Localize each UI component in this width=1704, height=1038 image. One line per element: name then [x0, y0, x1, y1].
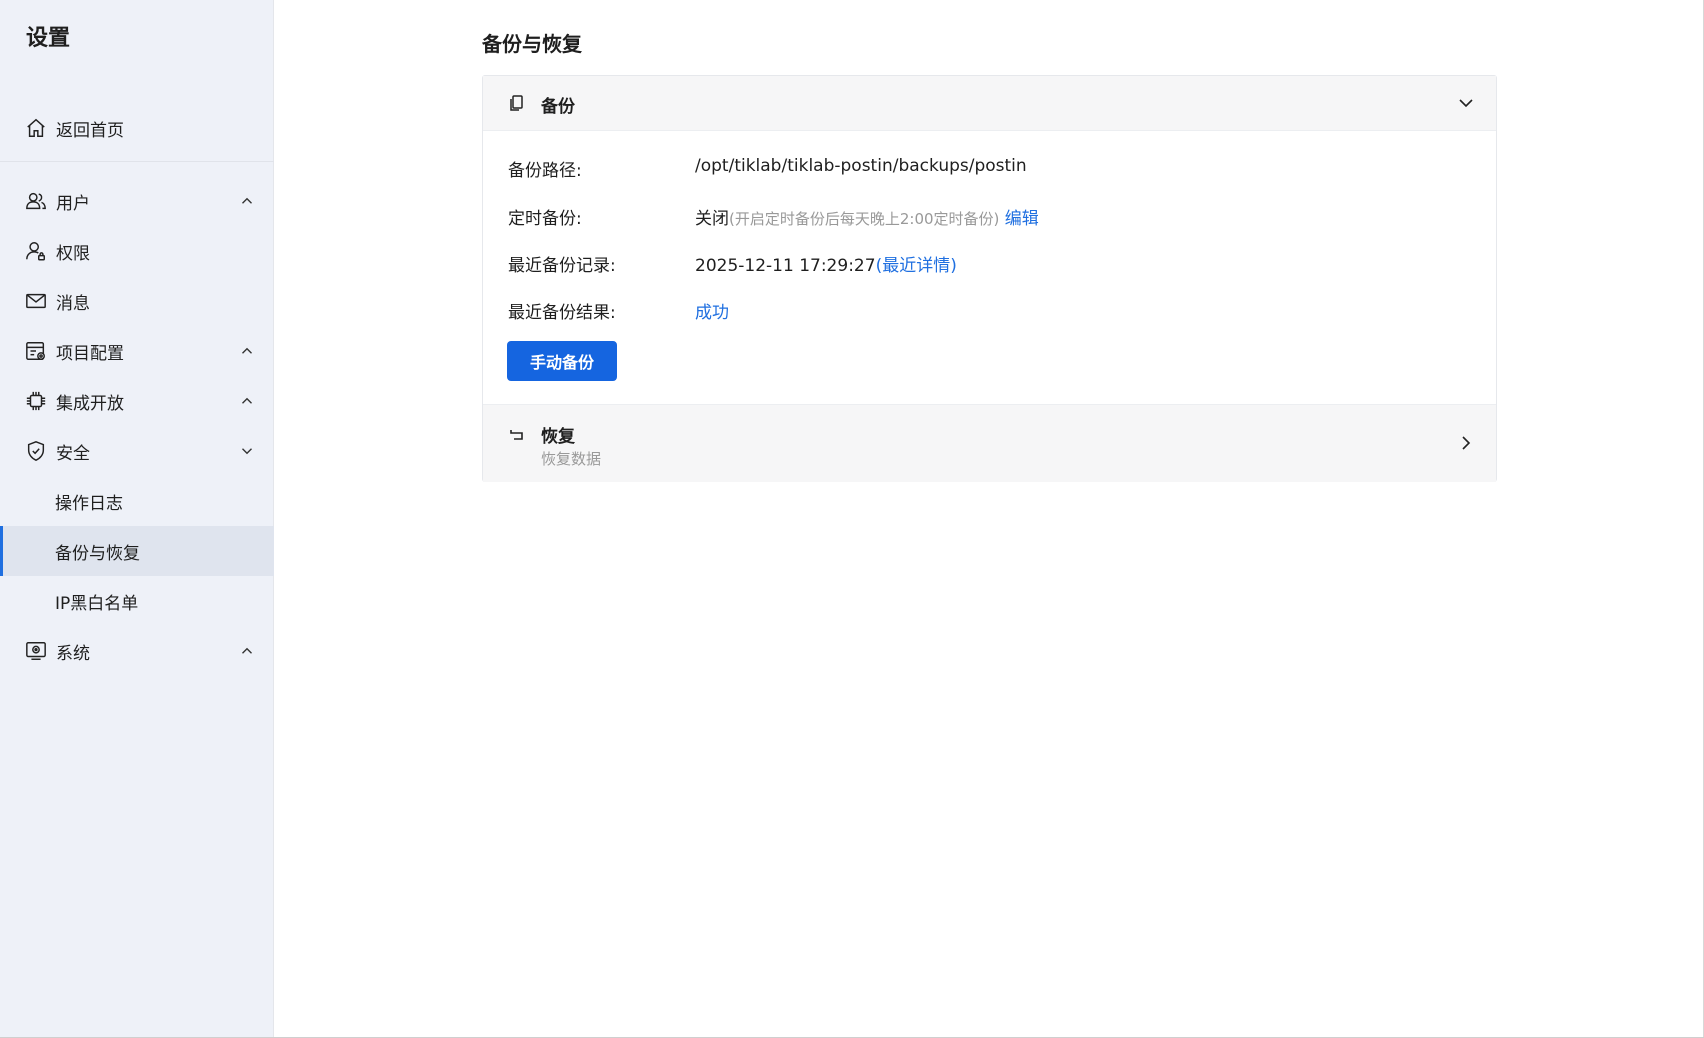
user-lock-icon [24, 239, 48, 263]
sidebar-item-project-config[interactable]: 项目配置 [0, 326, 274, 376]
backup-path-value: /opt/tiklab/tiklab-postin/backups/postin [695, 156, 1027, 176]
main-content: 备份与恢复 备份 备份路径: /opt/tiklab/tiklab-postin… [274, 0, 1704, 1038]
sidebar-item-system[interactable]: 系统 [0, 626, 274, 676]
sidebar-item-home[interactable]: 返回首页 [0, 103, 274, 153]
chip-icon [24, 389, 48, 413]
sidebar-item-label: 返回首页 [56, 120, 124, 141]
sidebar: 设置 返回首页 用户 权限 消息 项目配置 集成开放 安全 操作日志 备份与恢复… [0, 0, 274, 1038]
chevron-up-icon [242, 347, 252, 354]
sidebar-title: 设置 [26, 26, 71, 51]
schedule-edit-link[interactable]: 编辑 [1005, 209, 1039, 229]
sidebar-item-messages[interactable]: 消息 [0, 276, 274, 326]
sidebar-divider [0, 161, 274, 162]
backup-schedule-values: 关闭(开启定时备份后每天晚上2:00定时备份) 编辑 [695, 204, 1039, 229]
restore-section-header[interactable]: 恢复 恢复数据 [483, 404, 1496, 482]
last-backup-label: 最近备份记录: [508, 256, 616, 276]
last-backup-detail-link[interactable]: (最近详情) [876, 256, 957, 276]
backup-schedule-label: 定时备份: [508, 209, 582, 229]
sidebar-item-ip-list[interactable]: IP黑白名单 [0, 576, 274, 626]
backup-schedule-value: 关闭 [695, 209, 729, 229]
page-title: 备份与恢复 [482, 32, 582, 56]
backup-section-header[interactable]: 备份 [483, 76, 1496, 131]
sidebar-item-users[interactable]: 用户 [0, 176, 274, 226]
project-config-icon [24, 339, 48, 363]
chevron-right-icon [1462, 436, 1471, 450]
restore-section-subtitle: 恢复数据 [541, 450, 602, 468]
last-backup-time: 2025-12-11 17:29:27 [695, 256, 876, 276]
sidebar-item-label: 备份与恢复 [55, 543, 140, 564]
sidebar-item-label: 操作日志 [55, 493, 123, 514]
sidebar-item-label: 安全 [56, 443, 90, 464]
backup-result-label: 最近备份结果: [508, 303, 616, 323]
restore-section-label: 恢复 [541, 427, 575, 447]
backup-restore-panel: 备份 备份路径: /opt/tiklab/tiklab-postin/backu… [482, 75, 1497, 482]
users-icon [24, 189, 48, 213]
sidebar-item-security[interactable]: 安全 [0, 426, 274, 476]
backup-path-label: 备份路径: [508, 161, 582, 181]
sidebar-item-label: 权限 [56, 243, 90, 264]
home-icon [24, 116, 48, 140]
sidebar-item-label: 集成开放 [56, 393, 124, 414]
mail-icon [24, 289, 48, 313]
sidebar-item-label: IP黑白名单 [55, 593, 139, 614]
backup-result-value[interactable]: 成功 [695, 298, 729, 323]
shield-icon [24, 439, 48, 463]
sidebar-item-permissions[interactable]: 权限 [0, 226, 274, 276]
chevron-up-icon [242, 397, 252, 404]
sidebar-item-integration[interactable]: 集成开放 [0, 376, 274, 426]
sidebar-item-label: 消息 [56, 293, 90, 314]
sidebar-item-label: 项目配置 [56, 343, 124, 364]
sidebar-item-backup-restore[interactable]: 备份与恢复 [0, 526, 274, 576]
manual-backup-button[interactable]: 手动备份 [507, 341, 617, 381]
monitor-icon [24, 639, 48, 663]
chevron-up-icon [242, 197, 252, 204]
undo-icon [510, 430, 523, 440]
last-backup-values: 2025-12-11 17:29:27(最近详情) [695, 251, 957, 276]
backup-section-label: 备份 [541, 97, 575, 117]
chevron-down-icon [242, 448, 252, 455]
sidebar-item-label: 用户 [56, 193, 90, 214]
copy-icon [510, 95, 523, 111]
backup-schedule-note: (开启定时备份后每天晚上2:00定时备份) [729, 210, 1000, 228]
chevron-down-icon [1459, 99, 1473, 108]
sidebar-item-label: 系统 [56, 643, 90, 664]
sidebar-item-operation-log[interactable]: 操作日志 [0, 476, 274, 526]
chevron-up-icon [242, 647, 252, 654]
